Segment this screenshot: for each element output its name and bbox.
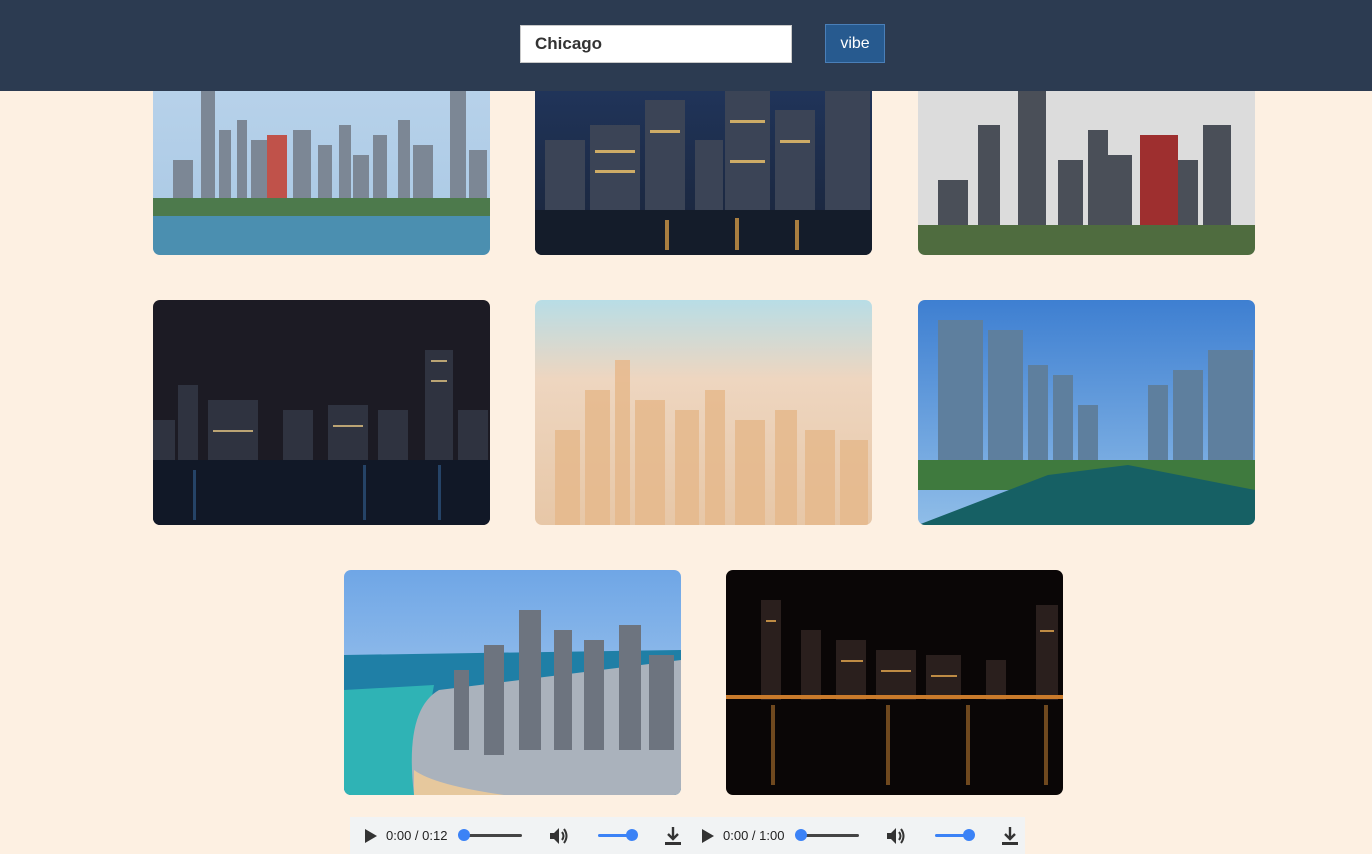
- search-input[interactable]: [520, 25, 792, 63]
- audio-volume-slider[interactable]: [598, 829, 638, 841]
- image-skyline-night-lake-2: [726, 570, 1063, 795]
- image-skyline-night-lake: [153, 300, 490, 525]
- audio-volume-slider[interactable]: [935, 829, 975, 841]
- image-lakefront-aerial: [344, 570, 681, 795]
- audio-progress-slider[interactable]: [795, 829, 859, 841]
- audio-players: 0:00 / 0:12 0:00 / 1:00: [350, 817, 1025, 854]
- volume-icon[interactable]: [548, 825, 570, 847]
- gallery-image-8[interactable]: [726, 570, 1063, 795]
- top-bar: vibe: [0, 0, 1372, 91]
- gallery-image-4[interactable]: [153, 300, 490, 525]
- audio-player-2: 0:00 / 1:00: [687, 817, 1024, 854]
- audio-player-1: 0:00 / 0:12: [350, 817, 687, 854]
- download-icon[interactable]: [662, 825, 684, 847]
- image-river-towers: [918, 300, 1255, 525]
- vibe-button[interactable]: vibe: [825, 24, 885, 63]
- audio-time: 0:00 / 1:00: [723, 828, 785, 843]
- gallery-image-7[interactable]: [344, 570, 681, 795]
- gallery-image-6[interactable]: [918, 300, 1255, 525]
- image-aerial-hazy: [535, 300, 872, 525]
- volume-icon[interactable]: [885, 825, 907, 847]
- download-icon[interactable]: [999, 825, 1021, 847]
- play-icon[interactable]: [360, 825, 382, 847]
- play-icon[interactable]: [697, 825, 719, 847]
- audio-time: 0:00 / 0:12: [386, 828, 448, 843]
- gallery-image-5[interactable]: [535, 300, 872, 525]
- audio-progress-slider[interactable]: [458, 829, 522, 841]
